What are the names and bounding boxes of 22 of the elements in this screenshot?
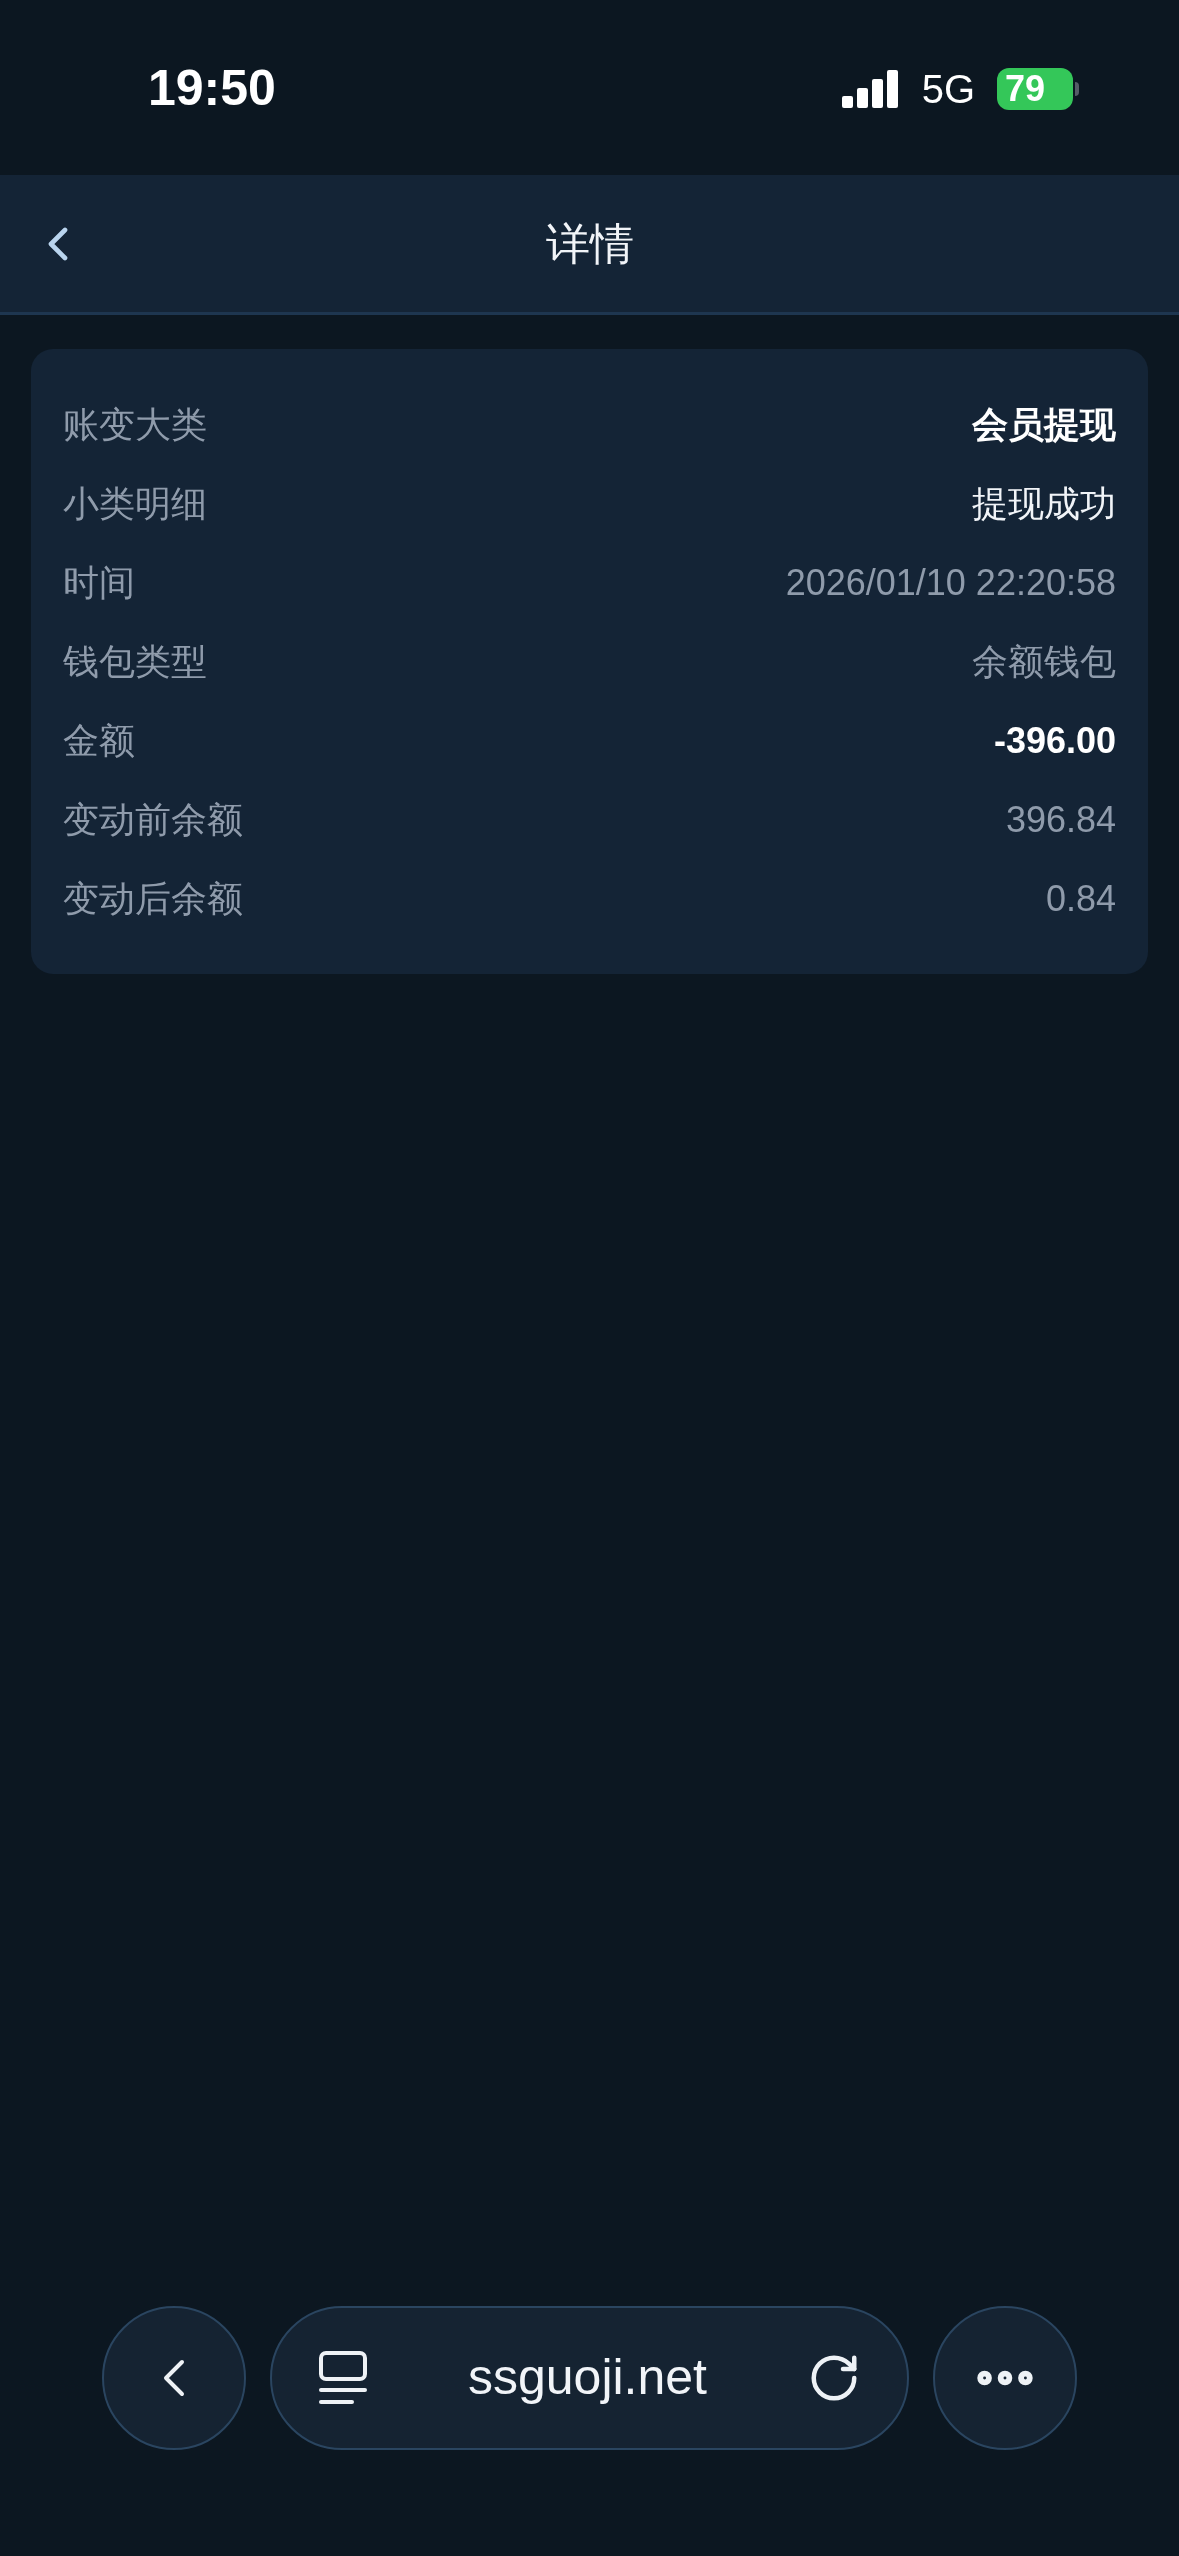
status-time: 19:50 bbox=[148, 59, 276, 118]
detail-value: 会员提现 bbox=[972, 402, 1116, 447]
battery-indicator: 79 bbox=[997, 67, 1073, 110]
address-bar[interactable]: ssguoji.net bbox=[270, 2305, 909, 2450]
detail-label: 金额 bbox=[63, 718, 135, 763]
detail-value: 余额钱包 bbox=[972, 639, 1116, 684]
detail-value: 2026/01/10 22:20:58 bbox=[785, 560, 1116, 605]
detail-label: 账变大类 bbox=[63, 402, 207, 447]
signal-icon bbox=[841, 69, 900, 108]
detail-label: 钱包类型 bbox=[63, 639, 207, 684]
detail-value: -396.00 bbox=[993, 718, 1116, 763]
network-type: 5G bbox=[921, 65, 975, 113]
detail-value: 提现成功 bbox=[972, 481, 1116, 526]
reader-icon[interactable] bbox=[318, 2349, 368, 2406]
detail-label: 时间 bbox=[63, 560, 135, 605]
detail-label: 小类明细 bbox=[63, 481, 207, 526]
url-text: ssguoji.net bbox=[467, 2348, 707, 2407]
detail-value: 0.84 bbox=[1045, 876, 1116, 921]
detail-label: 变动前余额 bbox=[63, 797, 243, 842]
detail-value: 396.84 bbox=[1005, 797, 1116, 842]
detail-label: 变动后余额 bbox=[63, 876, 243, 921]
page-title: 详情 bbox=[545, 217, 634, 270]
